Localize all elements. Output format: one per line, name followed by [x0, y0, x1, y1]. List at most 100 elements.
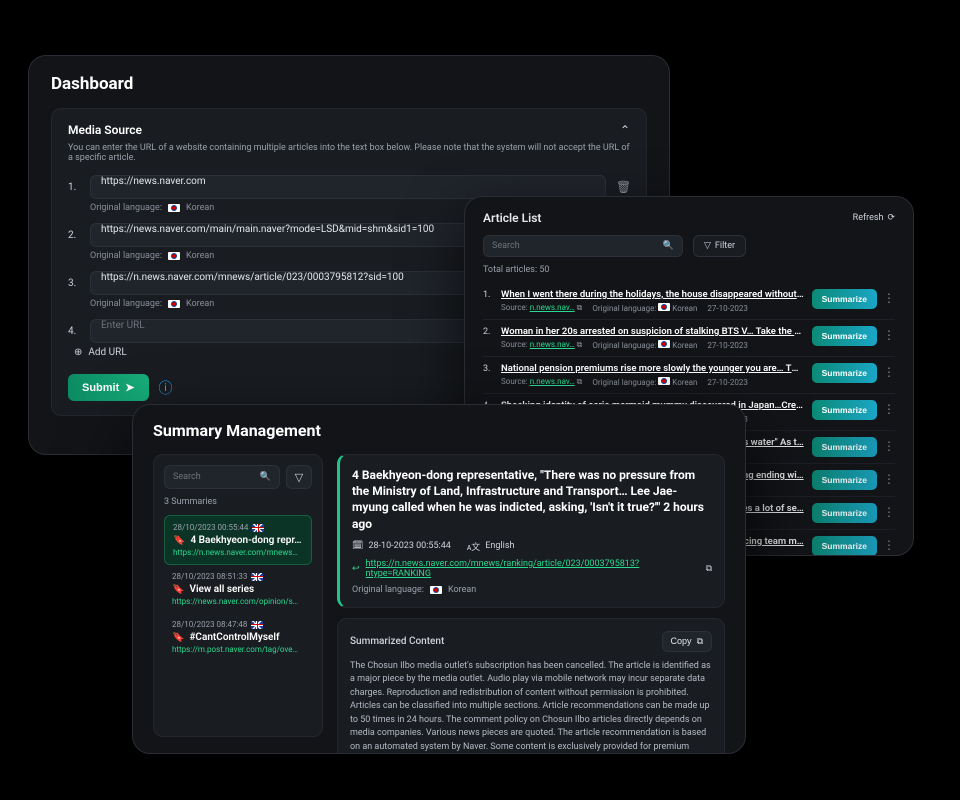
korea-flag-icon	[658, 340, 670, 348]
article-item: 1. When I went there during the holidays,…	[483, 283, 895, 319]
summary-filter-button[interactable]: ▽	[286, 465, 312, 489]
uk-flag-icon	[251, 573, 263, 581]
kebab-icon[interactable]: ⋮	[883, 289, 895, 305]
summary-content-heading: Summarized Content	[350, 636, 444, 647]
plus-icon: ⊕	[74, 347, 82, 358]
kebab-icon[interactable]: ⋮	[883, 400, 895, 416]
summarize-button[interactable]: Summarize	[812, 289, 877, 309]
summary-list-item[interactable]: 28/10/2023 00:55:44 🔖 4 Baekhyeon-dong re…	[164, 515, 312, 565]
refresh-label: Refresh	[853, 213, 884, 223]
article-search-input[interactable]: Search 🔍	[483, 235, 683, 257]
orig-lang-label: Original language:	[90, 299, 162, 309]
korea-flag-icon	[168, 204, 180, 212]
kebab-icon[interactable]: ⋮	[883, 437, 895, 453]
summary-item-title: #CantControlMyself	[189, 632, 279, 643]
summary-detail-timestamp: 28-10-2023 00:55:44	[368, 541, 450, 551]
summary-list-item[interactable]: 28/10/2023 08:51:33 🔖View all serieshttp…	[164, 565, 312, 613]
lang-name: Korean	[186, 203, 214, 213]
summary-list-item[interactable]: 28/10/2023 08:47:48 🔖#CantControlMyselfh…	[164, 613, 312, 661]
korea-flag-icon	[168, 252, 180, 260]
article-title-link[interactable]: Woman in her 20s arrested on suspicion o…	[501, 326, 804, 337]
article-source-link[interactable]: n.news.nav…	[530, 377, 575, 386]
orig-lang-label: Original language:	[90, 251, 162, 261]
summary-list: 28/10/2023 00:55:44 🔖 4 Baekhyeon-dong re…	[164, 515, 312, 661]
orig-lang-label: Original language:	[352, 585, 424, 595]
summary-detail-link[interactable]: https://n.news.naver.com/mnews/ranking/a…	[366, 559, 700, 579]
summarize-button[interactable]: Summarize	[812, 503, 877, 523]
article-date: 27-10-2023	[707, 341, 747, 350]
language-icon: ᴀ文	[467, 540, 480, 553]
summary-item-title: 4 Baekhyeon-dong repr…	[190, 535, 301, 546]
copy-icon[interactable]: ⧉	[577, 377, 583, 386]
uk-flag-icon	[251, 621, 263, 629]
article-number: 1.	[483, 289, 493, 313]
media-source-heading: Media Source	[68, 123, 142, 137]
article-date: 27-10-2023	[707, 378, 747, 387]
send-icon: ➤	[125, 381, 134, 394]
summary-item-timestamp: 28/10/2023 00:55:44	[173, 523, 303, 532]
article-title-link[interactable]: National pension premiums rise more slow…	[501, 363, 804, 374]
copy-icon[interactable]: ⧉	[577, 303, 583, 312]
summary-item-url: https://n.news.naver.com/mnews…	[173, 548, 303, 557]
summary-search-input[interactable]: Search 🔍	[164, 465, 280, 489]
refresh-icon: ⟳	[887, 213, 895, 223]
row-number: 3.	[68, 278, 80, 289]
collapse-icon[interactable]: ⌃	[620, 123, 630, 137]
row-number: 1.	[68, 182, 80, 193]
submit-button[interactable]: Submit ➤	[68, 374, 149, 401]
copy-link-icon[interactable]: ⧉	[706, 564, 712, 574]
summary-panel: Summary Management Search 🔍 ▽ 3 Summarie…	[132, 404, 746, 754]
summary-detail-heading: 4 Baekhyeon-dong representative, "There …	[352, 467, 712, 532]
summary-item-timestamp: 28/10/2023 08:51:33	[172, 572, 304, 581]
kebab-icon[interactable]: ⋮	[883, 363, 895, 379]
summarize-button[interactable]: Summarize	[812, 400, 877, 420]
korea-flag-icon	[658, 377, 670, 385]
uk-flag-icon	[252, 524, 264, 532]
copy-icon: ⧉	[697, 636, 703, 647]
copy-icon[interactable]: ⧉	[577, 340, 583, 349]
article-meta: Source: n.news.nav… ⧉Original language: …	[501, 340, 804, 350]
total-articles: Total articles: 50	[483, 265, 895, 275]
trash-icon[interactable]: 🗑	[616, 180, 630, 194]
link-icon: ↩	[352, 564, 360, 574]
search-icon: 🔍	[663, 241, 674, 251]
article-meta: Source: n.news.nav… ⧉Original language: …	[501, 377, 804, 387]
filter-label: Filter	[715, 241, 735, 251]
summarize-button[interactable]: Summarize	[812, 363, 877, 383]
row-number: 2.	[68, 230, 80, 241]
summary-detail-card: 4 Baekhyeon-dong representative, "There …	[337, 454, 725, 608]
info-icon[interactable]: ⓘ	[159, 378, 173, 398]
bookmark-icon: 🔖	[173, 535, 185, 546]
summarize-button[interactable]: Summarize	[812, 326, 877, 346]
article-source-link[interactable]: n.news.nav…	[530, 303, 575, 312]
summarize-button[interactable]: Summarize	[812, 437, 877, 457]
copy-button[interactable]: Copy ⧉	[662, 631, 712, 652]
article-title-link[interactable]: When I went there during the holidays, t…	[501, 289, 804, 300]
orig-lang-name: Korean	[448, 585, 476, 595]
summary-detail-lang: English	[485, 541, 514, 551]
kebab-icon[interactable]: ⋮	[883, 470, 895, 486]
article-item: 2. Woman in her 20s arrested on suspicion…	[483, 319, 895, 356]
lang-name: Korean	[186, 251, 214, 261]
article-number: 3.	[483, 363, 493, 387]
filter-icon: ▽	[704, 241, 711, 251]
kebab-icon[interactable]: ⋮	[883, 503, 895, 519]
filter-button[interactable]: ▽ Filter	[693, 235, 746, 257]
summary-item-title: View all series	[189, 584, 254, 595]
row-number: 4.	[68, 326, 80, 337]
summarize-button[interactable]: Summarize	[812, 536, 877, 556]
article-source-link[interactable]: n.news.nav…	[530, 340, 575, 349]
article-meta: Source: n.news.nav… ⧉Original language: …	[501, 303, 804, 313]
summary-item-timestamp: 28/10/2023 08:47:48	[172, 620, 304, 629]
summarize-button[interactable]: Summarize	[812, 470, 877, 490]
add-url-label: Add URL	[88, 347, 126, 358]
bookmark-icon: 🔖	[172, 632, 184, 643]
copy-label: Copy	[671, 636, 692, 646]
summary-count: 3 Summaries	[164, 497, 312, 507]
calendar-icon: 🗓	[352, 541, 363, 551]
kebab-icon[interactable]: ⋮	[883, 326, 895, 342]
refresh-button[interactable]: Refresh ⟳	[853, 213, 895, 223]
kebab-icon[interactable]: ⋮	[883, 536, 895, 552]
article-number: 2.	[483, 326, 493, 350]
korea-flag-icon	[168, 300, 180, 308]
